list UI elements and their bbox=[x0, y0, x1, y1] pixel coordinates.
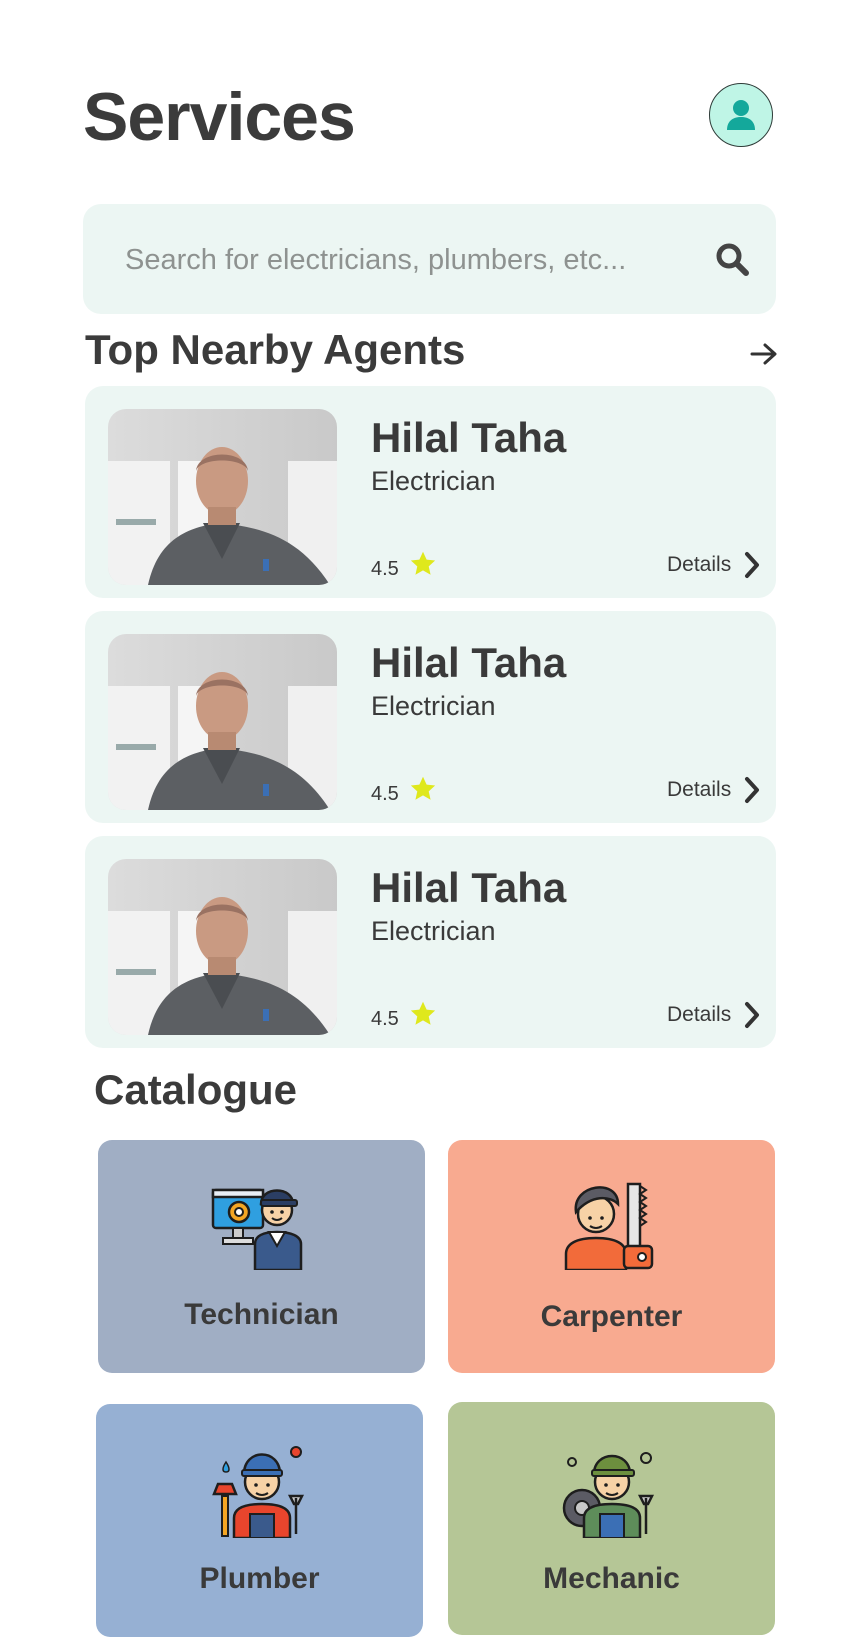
catalogue-section-title: Catalogue bbox=[94, 1066, 298, 1113]
catalogue-item-mechanic[interactable]: Mechanic bbox=[448, 1402, 775, 1635]
agent-card[interactable]: Hilal Taha Electrician 4.5 Details bbox=[85, 611, 776, 823]
agent-rating: 4.5 bbox=[371, 558, 399, 580]
catalogue-item-label: Plumber bbox=[199, 1562, 320, 1595]
technician-icon bbox=[211, 1188, 303, 1270]
search-icon bbox=[716, 243, 749, 276]
details-button[interactable]: Details bbox=[667, 773, 761, 807]
catalogue-item-label: Mechanic bbox=[543, 1562, 680, 1595]
see-all-agents-button[interactable] bbox=[744, 334, 784, 374]
user-icon bbox=[727, 100, 755, 130]
details-label: Details bbox=[667, 778, 732, 801]
plumber-icon bbox=[212, 1446, 305, 1538]
search-input[interactable] bbox=[123, 234, 687, 286]
agent-photo bbox=[108, 859, 337, 1035]
profile-avatar-button[interactable] bbox=[709, 83, 773, 147]
catalogue-item-technician[interactable]: Technician bbox=[98, 1140, 425, 1373]
details-label: Details bbox=[667, 1003, 732, 1026]
arrow-right-icon bbox=[750, 343, 777, 365]
agent-rating: 4.5 bbox=[371, 1008, 399, 1030]
star-icon bbox=[410, 776, 436, 800]
agent-photo bbox=[108, 634, 337, 810]
agents-section-title: Top Nearby Agents bbox=[85, 326, 466, 373]
agent-card[interactable]: Hilal Taha Electrician 4.5 Details bbox=[85, 386, 776, 598]
agent-card[interactable]: Hilal Taha Electrician 4.5 Details bbox=[85, 836, 776, 1048]
star-icon bbox=[410, 551, 436, 575]
agent-name: Hilal Taha bbox=[371, 639, 567, 686]
star-icon bbox=[410, 1001, 436, 1025]
agent-role: Electrician bbox=[371, 916, 496, 946]
details-button[interactable]: Details bbox=[667, 548, 761, 582]
chevron-right-icon bbox=[745, 552, 760, 578]
agent-name: Hilal Taha bbox=[371, 864, 567, 911]
agent-role: Electrician bbox=[371, 466, 496, 496]
catalogue-item-carpenter[interactable]: Carpenter bbox=[448, 1140, 775, 1373]
details-button[interactable]: Details bbox=[667, 998, 761, 1032]
details-label: Details bbox=[667, 553, 732, 576]
agent-rating: 4.5 bbox=[371, 783, 399, 805]
chevron-right-icon bbox=[745, 777, 760, 803]
page-title: Services bbox=[83, 79, 356, 155]
chevron-right-icon bbox=[745, 1002, 760, 1028]
search-button[interactable] bbox=[705, 232, 759, 286]
agent-role: Electrician bbox=[371, 691, 496, 721]
agent-photo bbox=[108, 409, 337, 585]
catalogue-item-label: Carpenter bbox=[540, 1300, 683, 1333]
catalogue-item-plumber[interactable]: Plumber bbox=[96, 1404, 423, 1637]
catalogue-item-label: Technician bbox=[184, 1298, 339, 1331]
carpenter-icon bbox=[564, 1182, 654, 1270]
agent-name: Hilal Taha bbox=[371, 414, 567, 461]
mechanic-icon bbox=[562, 1452, 655, 1538]
search-bar bbox=[83, 204, 776, 314]
